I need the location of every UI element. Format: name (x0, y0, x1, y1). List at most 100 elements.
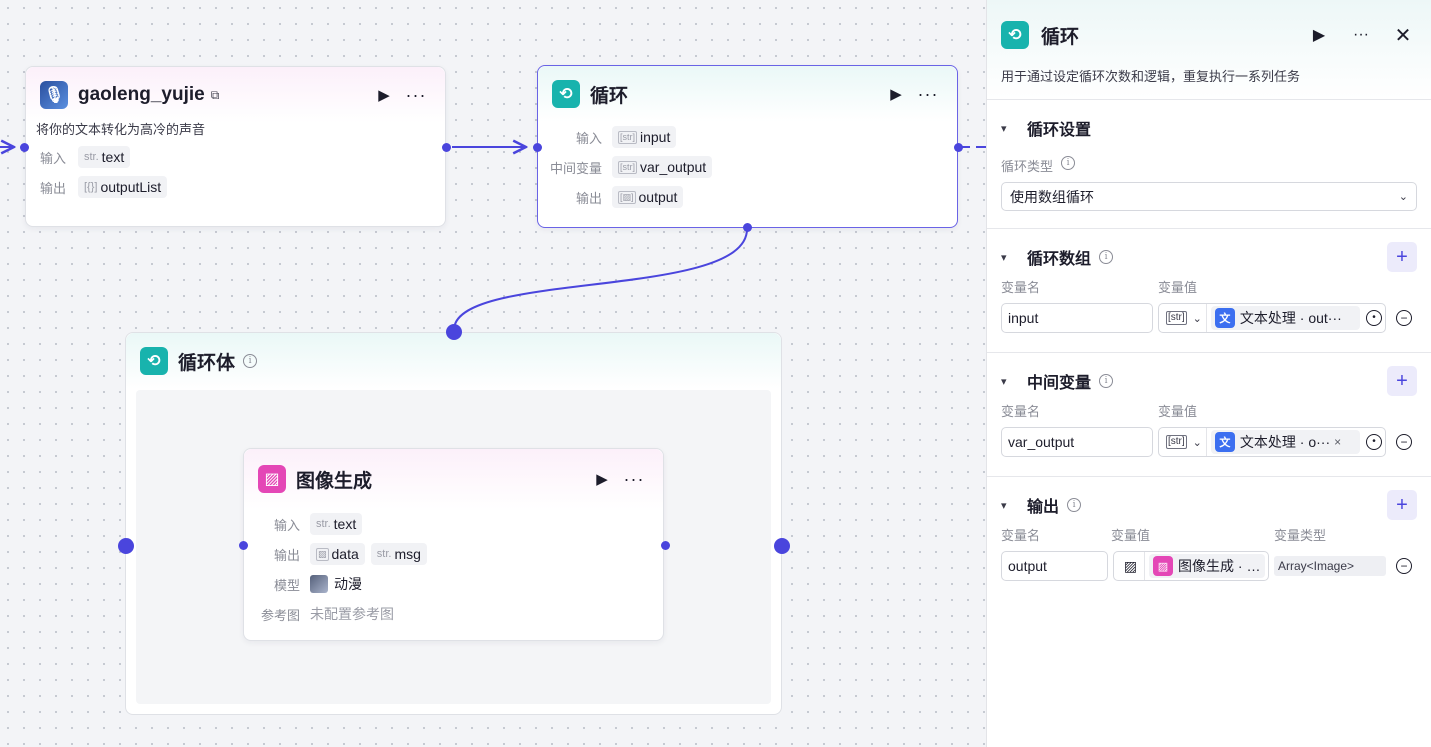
reference-chip: 文 文本处理 · o··· × (1210, 430, 1360, 454)
type-tag: str. (316, 518, 331, 530)
info-icon[interactable]: i (243, 354, 258, 368)
panel-header: ⟲ 循环 ▶ ··· ✕ 用于通过设定循环次数和逻辑，重复执行一系列任务 (987, 0, 1431, 100)
clear-icon[interactable]: × (1334, 435, 1341, 449)
output-value: outputList (100, 179, 162, 195)
more-options-button[interactable]: ··· (619, 468, 649, 490)
variable-name-input[interactable]: output (1001, 551, 1108, 581)
chevron-down-icon[interactable]: ▾ (1001, 251, 1017, 264)
input-chip: str. text (310, 513, 363, 535)
port-tts-in[interactable] (20, 143, 29, 152)
reference-picker-icon[interactable]: • (1366, 434, 1382, 450)
variable-value-field[interactable]: ▨ ▨ 图像生成 · d··· (1113, 551, 1269, 581)
port-loop-body[interactable] (743, 223, 752, 232)
column-headers: 变量名 变量值 (1001, 401, 1417, 420)
section-title: 循环设置 (1027, 122, 1092, 139)
output-label: 输出 (575, 190, 602, 206)
node-loop[interactable]: ⟲ 循环 ▶ ··· 输入 [str] input 中间变量 [str] var_o… (537, 65, 958, 228)
node-tts[interactable]: 🎙 gaoleng_yujie ⧉ ▶ ··· 将你的文本转化为高冷的声音 输入… (25, 66, 446, 227)
add-variable-button[interactable]: + (1387, 366, 1417, 396)
output-value: output (638, 189, 678, 205)
input-value: text (333, 516, 357, 532)
input-label: 输入 (575, 130, 602, 146)
port-image-in[interactable] (239, 541, 248, 550)
image-type-icon: ▨ (316, 547, 329, 561)
run-node-button[interactable]: ▶ (373, 84, 395, 106)
node-image-gen[interactable]: ▨ 图像生成 ▶ ··· 输入 str. text 输出 ▨ data str. ms… (243, 448, 664, 641)
text-process-icon: 文 (1214, 308, 1235, 328)
type-select[interactable]: [str] ⌄ (1162, 428, 1207, 456)
loop-type-select[interactable]: 使用数组循环 ⌄ (1001, 182, 1417, 211)
port-body-left[interactable] (118, 538, 134, 554)
input-chip: str. text (78, 146, 131, 168)
more-options-button[interactable]: ··· (401, 84, 431, 106)
reference-chip: ▨ 图像生成 · d··· (1149, 554, 1265, 578)
reference-value: 文本处理 · o··· (1239, 434, 1331, 450)
col-type-label: 变量类型 (1274, 528, 1327, 543)
loop-body-header: ⟲ 循环体 i (126, 333, 781, 389)
type-tag: [str] (1166, 311, 1187, 325)
type-select[interactable]: [str] ⌄ (1162, 304, 1207, 332)
variable-name-input[interactable]: var_output (1001, 427, 1153, 457)
port-loop-in[interactable] (533, 143, 542, 152)
variable-row: input [str] ⌄ 文 文本处理 · out··· • − (1001, 303, 1417, 333)
port-loop-out[interactable] (954, 143, 963, 152)
remove-variable-button[interactable]: − (1396, 434, 1412, 450)
plugin-badge-icon: ⧉ (210, 87, 220, 102)
input-label: 输入 (273, 517, 300, 533)
port-body-top[interactable] (446, 324, 462, 340)
node-image-ref-row: 参考图 未配置参考图 (244, 599, 663, 629)
node-loop-title: 循环 (590, 85, 629, 107)
section-header[interactable]: ▾ 循环设置 (1001, 100, 1417, 156)
more-options-button[interactable]: ··· (913, 83, 943, 105)
node-loop-input-row: 输入 [str] input (538, 122, 957, 152)
model-value: 动漫 (334, 576, 362, 592)
loop-type-label: 循环类型 i (1001, 156, 1417, 175)
info-icon[interactable]: i (1067, 498, 1082, 512)
close-icon[interactable]: ✕ (1389, 21, 1417, 49)
panel-title: 循环 (1041, 26, 1080, 48)
output-label: 输出 (40, 180, 67, 196)
reference-value: 文本处理 · out··· (1239, 310, 1342, 326)
type-tag: [str] (618, 160, 637, 174)
port-image-out[interactable] (661, 541, 670, 550)
section-output: ▾ 输出 i + 变量名 变量值 变量类型 output ▨ ▨ 图像生成 · … (987, 477, 1431, 581)
reference-value: 图像生成 · d··· (1178, 558, 1261, 574)
add-variable-button[interactable]: + (1387, 242, 1417, 272)
section-loop-array: ▾ 循环数组 i + 变量名 变量值 input [str] ⌄ 文 文本处理 ·… (987, 229, 1431, 353)
ref-image-value: 未配置参考图 (310, 606, 394, 622)
variable-name-input[interactable]: input (1001, 303, 1153, 333)
col-name-label: 变量名 (1001, 280, 1041, 295)
wire-loop-to-body (453, 228, 748, 331)
mid-var-value: var_output (640, 159, 707, 175)
input-chip: [str] input (612, 126, 677, 148)
type-tag: [{}] (84, 181, 98, 193)
remove-variable-button[interactable]: − (1396, 558, 1412, 574)
text-process-icon: 文 (1214, 432, 1235, 452)
variable-value-field[interactable]: [str] ⌄ 文 文本处理 · o··· × • (1158, 427, 1386, 457)
reference-picker-icon[interactable]: • (1366, 310, 1382, 326)
run-node-button[interactable]: ▶ (591, 468, 613, 490)
more-options-button[interactable]: ··· (1347, 21, 1375, 49)
input-value: input (640, 129, 671, 145)
output-chip: [▨] output (612, 186, 684, 208)
info-icon[interactable]: i (1099, 374, 1114, 388)
run-button[interactable]: ▶ (1305, 21, 1333, 49)
workflow-canvas[interactable]: 🎙 gaoleng_yujie ⧉ ▶ ··· 将你的文本转化为高冷的声音 输入… (0, 0, 986, 747)
remove-variable-button[interactable]: − (1396, 310, 1412, 326)
image-type-icon[interactable]: ▨ (1117, 552, 1145, 580)
info-icon[interactable]: i (1099, 250, 1114, 264)
chevron-down-icon[interactable]: ▾ (1001, 499, 1017, 512)
output-label: 输出 (273, 547, 300, 563)
chevron-down-icon[interactable]: ▾ (1001, 375, 1017, 388)
info-icon[interactable]: i (1061, 156, 1076, 170)
chevron-down-icon: ⌄ (1398, 191, 1408, 203)
run-node-button[interactable]: ▶ (885, 83, 907, 105)
port-tts-out[interactable] (442, 143, 451, 152)
output-value: msg (394, 546, 421, 562)
port-body-right[interactable] (774, 538, 790, 554)
col-value-label: 变量值 (1111, 528, 1151, 543)
chevron-down-icon[interactable]: ▾ (1001, 122, 1017, 135)
variable-value-field[interactable]: [str] ⌄ 文 文本处理 · out··· • (1158, 303, 1386, 333)
add-variable-button[interactable]: + (1387, 490, 1417, 520)
col-value-label: 变量值 (1158, 280, 1198, 295)
